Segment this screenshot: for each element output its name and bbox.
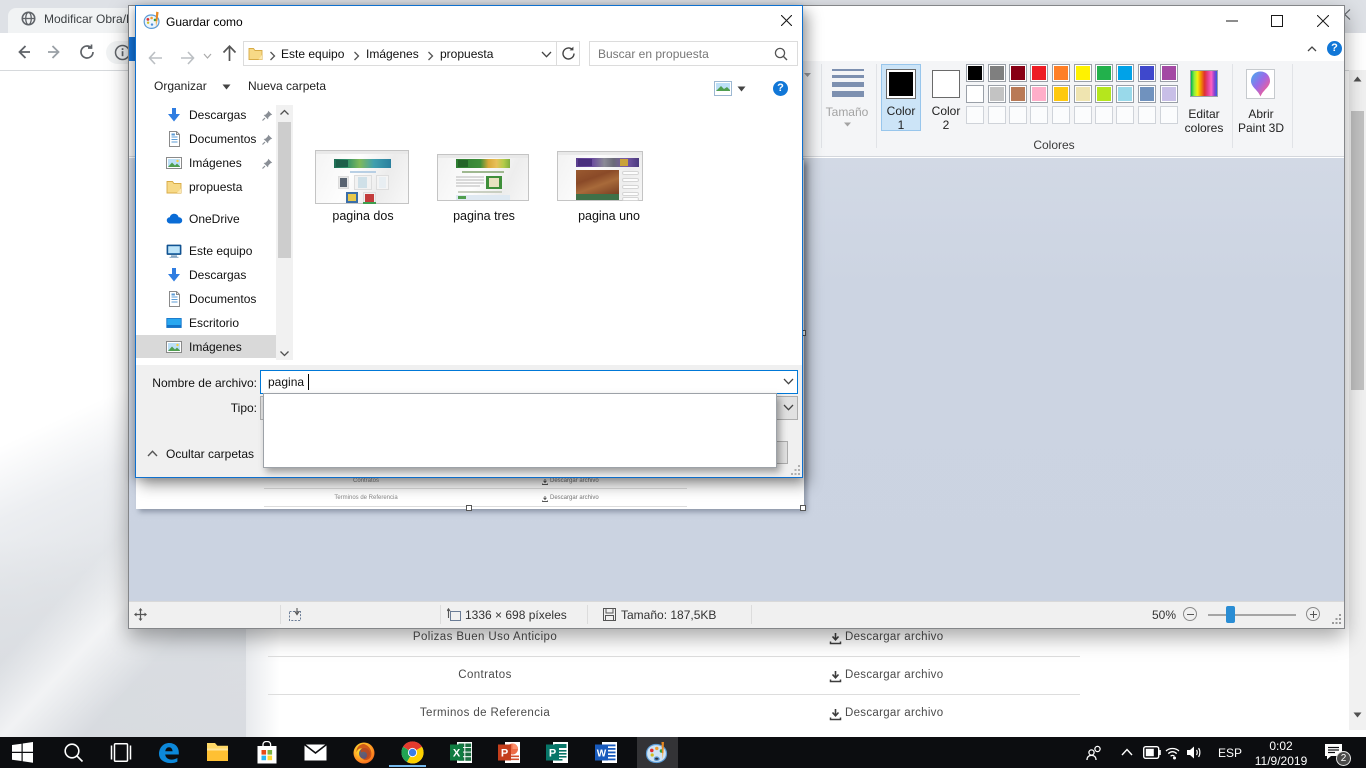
svg-text:X: X <box>453 748 461 760</box>
svg-text:W: W <box>597 749 607 760</box>
svg-text:P: P <box>549 748 556 760</box>
svg-text:P: P <box>501 748 508 760</box>
